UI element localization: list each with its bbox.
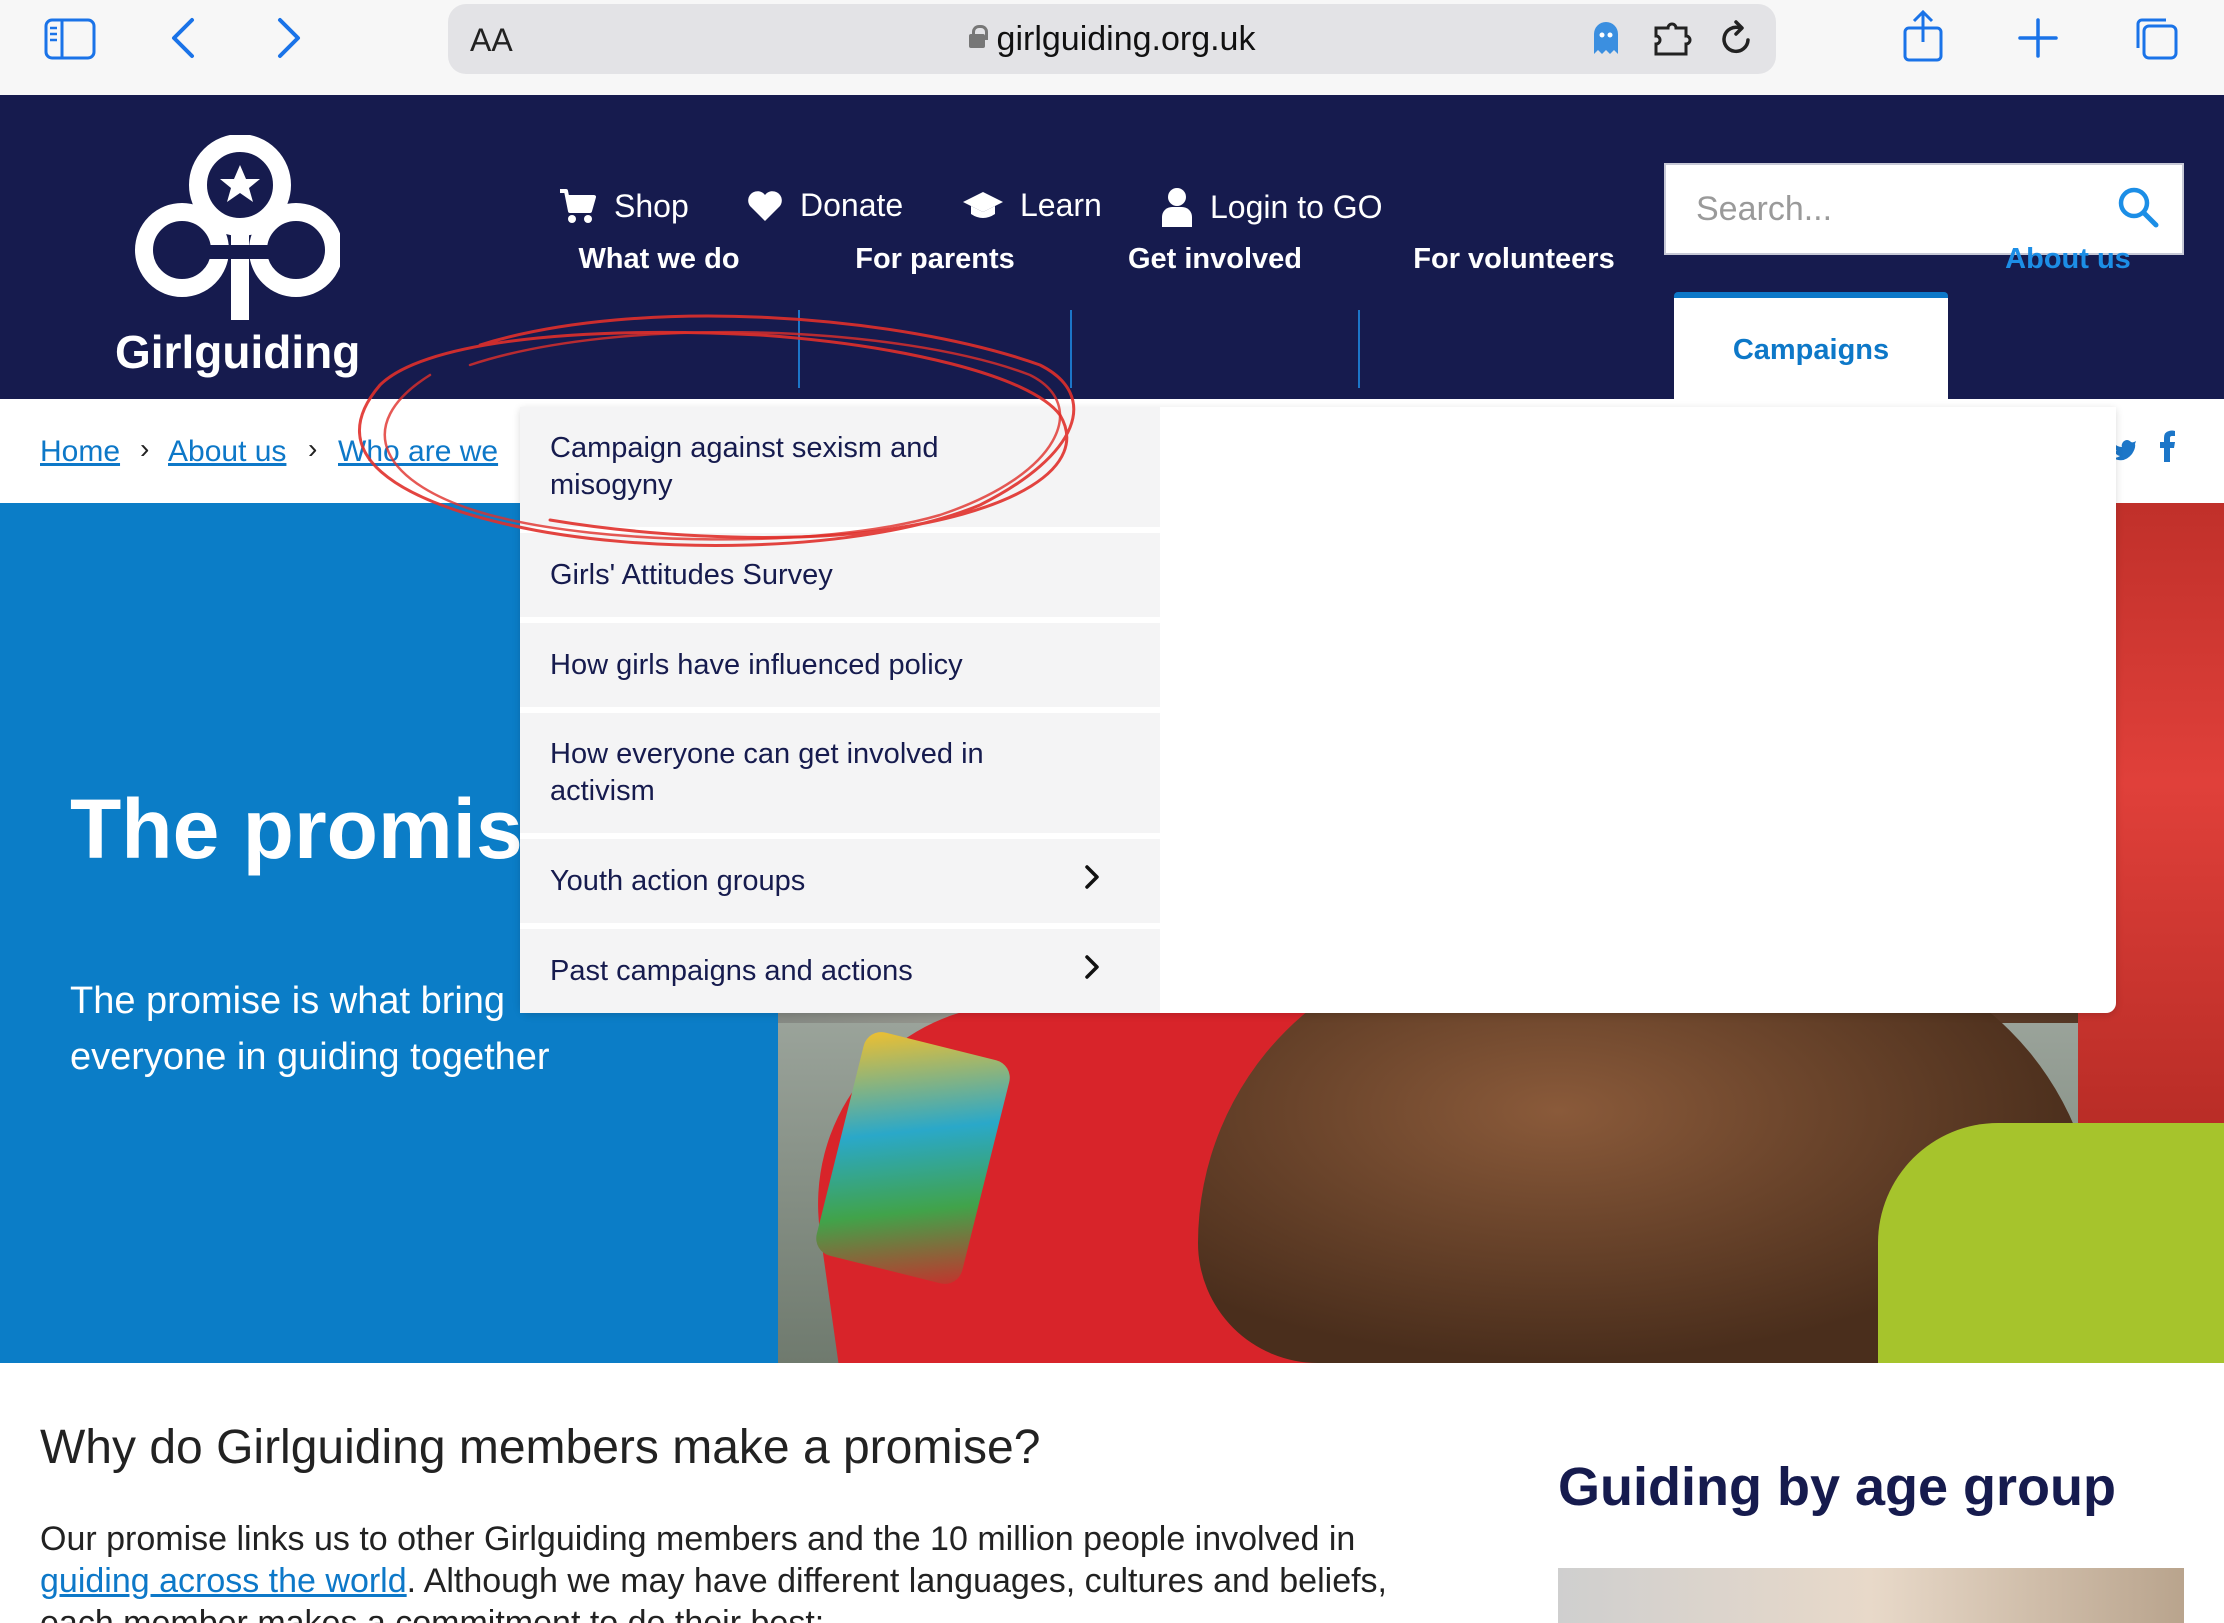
dropdown-item-girls-attitudes-survey[interactable]: Girls' Attitudes Survey <box>520 533 1160 617</box>
extension-puzzle-icon[interactable] <box>1652 22 1694 63</box>
chevron-right-icon <box>1084 953 1100 990</box>
nav-what-we-do[interactable]: What we do <box>548 214 770 304</box>
dropdown-item-label: How everyone can get involved in <box>550 738 984 770</box>
nav-get-involved[interactable]: Get involved <box>1072 214 1358 304</box>
dropdown-item-youth-action-groups[interactable]: Youth action groups <box>520 839 1160 923</box>
dropdown-item-label: misogyny <box>550 469 673 501</box>
reload-icon[interactable] <box>1718 20 1754 63</box>
ghostery-extension-icon[interactable] <box>1590 20 1622 63</box>
nav-divider <box>1358 310 1360 388</box>
nav-label: For volunteers <box>1413 242 1615 275</box>
breadcrumb-separator: › <box>308 433 318 464</box>
age-group-image[interactable] <box>1558 1568 2184 1623</box>
breadcrumb-home[interactable]: Home <box>40 435 120 469</box>
nav-campaigns[interactable]: Campaigns <box>1674 292 1948 402</box>
dropdown-item-label: activism <box>550 775 655 807</box>
nav-for-volunteers[interactable]: For volunteers <box>1360 214 1668 304</box>
nav-divider <box>798 310 800 388</box>
girlguiding-logo[interactable]: Girlguiding <box>100 134 390 385</box>
campaigns-dropdown-menu: Campaign against sexism and misogyny Girl… <box>520 407 2116 1013</box>
address-bar[interactable]: AA girlguiding.org.uk <box>448 4 1776 74</box>
nav-label: For parents <box>855 242 1015 275</box>
url-text: girlguiding.org.uk <box>996 20 1256 58</box>
breadcrumb-separator: › <box>140 433 150 464</box>
chevron-right-icon <box>1084 863 1100 900</box>
breadcrumb-about-us[interactable]: About us <box>168 435 286 469</box>
tabs-overview-icon[interactable] <box>2134 16 2180 67</box>
dropdown-item-get-involved-activism[interactable]: How everyone can get involved in activism <box>520 713 1160 833</box>
dropdown-item-label: Campaign against sexism and <box>550 432 939 464</box>
dropdown-item-label: Girls' Attitudes Survey <box>550 558 833 591</box>
browser-toolbar: AA girlguiding.org.uk <box>0 0 2224 95</box>
nav-label: About us <box>2005 242 2131 275</box>
dropdown-item-label: How girls have influenced policy <box>550 648 963 681</box>
trefoil-icon <box>135 134 343 320</box>
dropdown-item-label: Youth action groups <box>550 864 806 897</box>
sidebar-icon[interactable] <box>44 18 96 67</box>
lock-icon <box>968 25 988 48</box>
side-heading: Guiding by age group <box>1558 1457 2116 1517</box>
nav-divider <box>1070 310 1072 388</box>
nav-for-parents[interactable]: For parents <box>800 214 1070 304</box>
dropdown-item-campaign-against-sexism[interactable]: Campaign against sexism and misogyny <box>520 407 1160 527</box>
url-display[interactable]: girlguiding.org.uk <box>448 20 1776 59</box>
dropdown-item-past-campaigns[interactable]: Past campaigns and actions <box>520 929 1160 1013</box>
content-heading: Why do Girlguiding members make a promis… <box>40 1421 1041 1474</box>
dropdown-item-influenced-policy[interactable]: How girls have influenced policy <box>520 623 1160 707</box>
nav-label: Campaigns <box>1732 333 1890 366</box>
nav-about-us[interactable]: About us <box>1952 214 2184 304</box>
back-icon[interactable] <box>170 16 196 65</box>
breadcrumb-who-are-we[interactable]: Who are we <box>338 435 498 469</box>
nav-label: What we do <box>578 242 740 275</box>
hero-subtitle-line: everyone in guiding together <box>70 1036 550 1078</box>
forward-icon[interactable] <box>276 16 302 65</box>
nav-label: Get involved <box>1127 242 1303 275</box>
dropdown-item-label: Past campaigns and actions <box>550 954 913 987</box>
logo-text: Girlguiding <box>115 326 361 378</box>
content-paragraph: Our promise links us to other Girlguidin… <box>40 1518 1440 1623</box>
hero-title: The promis <box>70 782 523 876</box>
paragraph-text: Our promise links us to other Girlguidin… <box>40 1520 1356 1558</box>
share-icon[interactable] <box>1902 9 1944 69</box>
facebook-icon[interactable] <box>2158 429 2176 471</box>
guiding-world-link[interactable]: guiding across the world <box>40 1562 407 1600</box>
new-tab-icon[interactable] <box>2018 18 2058 63</box>
